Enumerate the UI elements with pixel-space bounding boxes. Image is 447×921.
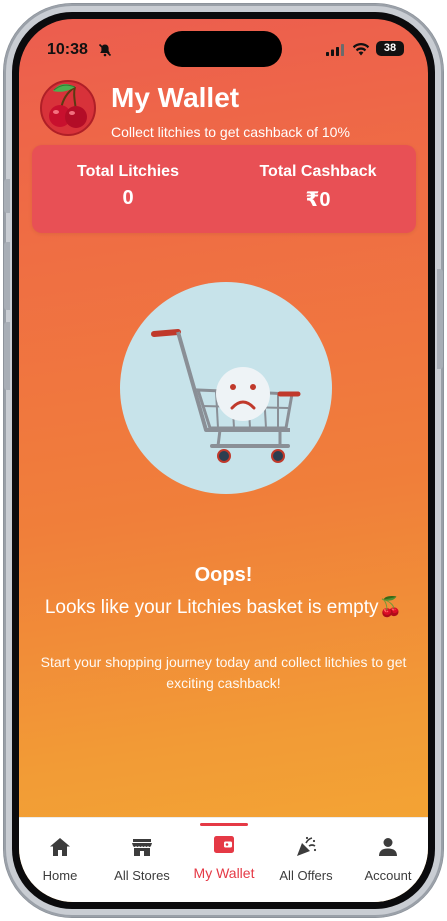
- total-litchies-label: Total Litchies: [77, 163, 179, 180]
- power-button: [437, 269, 443, 369]
- volume-down-button: [4, 322, 10, 390]
- total-cashback-value: ₹0: [305, 189, 331, 211]
- empty-cart-illustration: [120, 282, 332, 494]
- status-time: 10:38: [47, 41, 88, 58]
- battery-icon: 38: [376, 41, 404, 56]
- total-cashback-stat: Total Cashback ₹0: [228, 163, 408, 212]
- nav-label-my-wallet: My Wallet: [193, 865, 255, 881]
- bell-off-icon: [98, 43, 112, 57]
- nav-item-my-wallet[interactable]: My Wallet: [183, 818, 265, 902]
- action-button: [4, 179, 10, 213]
- nav-label-account: Account: [364, 868, 412, 883]
- empty-state-subtext: Start your shopping journey today and co…: [40, 654, 407, 691]
- wallet-header: My Wallet Collect litchies to get cashba…: [19, 77, 428, 147]
- wallet-icon: [214, 836, 234, 853]
- total-litchies-value: 0: [122, 187, 134, 209]
- dynamic-island: [164, 31, 282, 67]
- nav-item-all-offers[interactable]: All Offers: [265, 818, 347, 902]
- volume-up-button: [4, 242, 10, 310]
- wifi-icon: [352, 43, 370, 56]
- cherry-logo-icon: [40, 80, 96, 136]
- bottom-nav: Home All Stores My Wallet All Offers Acc…: [19, 817, 428, 902]
- store-icon: [132, 839, 152, 856]
- nav-label-all-offers: All Offers: [279, 868, 333, 883]
- wallet-stats-card: Total Litchies 0 Total Cashback ₹0: [32, 145, 416, 233]
- app-screen: 10:38 38 My Wallet Collect litchies to g…: [19, 19, 428, 902]
- page-subtitle: Collect litchies to get cashback of 10%: [111, 124, 350, 140]
- account-icon: [379, 838, 397, 856]
- total-litchies-stat: Total Litchies 0: [38, 163, 218, 210]
- empty-state-message: Looks like your Litchies basket is empty…: [44, 597, 403, 618]
- nav-item-all-stores[interactable]: All Stores: [101, 818, 183, 902]
- signal-icon: [326, 44, 344, 56]
- active-tab-indicator: [200, 823, 248, 826]
- party-popper-icon: [297, 836, 317, 856]
- total-cashback-label: Total Cashback: [259, 163, 377, 180]
- empty-state-title: Oops!: [194, 564, 253, 586]
- nav-item-account[interactable]: Account: [347, 818, 428, 902]
- nav-label-all-stores: All Stores: [114, 868, 170, 883]
- home-icon: [50, 838, 70, 856]
- nav-item-home[interactable]: Home: [19, 818, 101, 902]
- page-title: My Wallet: [111, 82, 240, 113]
- nav-label-home: Home: [42, 868, 78, 883]
